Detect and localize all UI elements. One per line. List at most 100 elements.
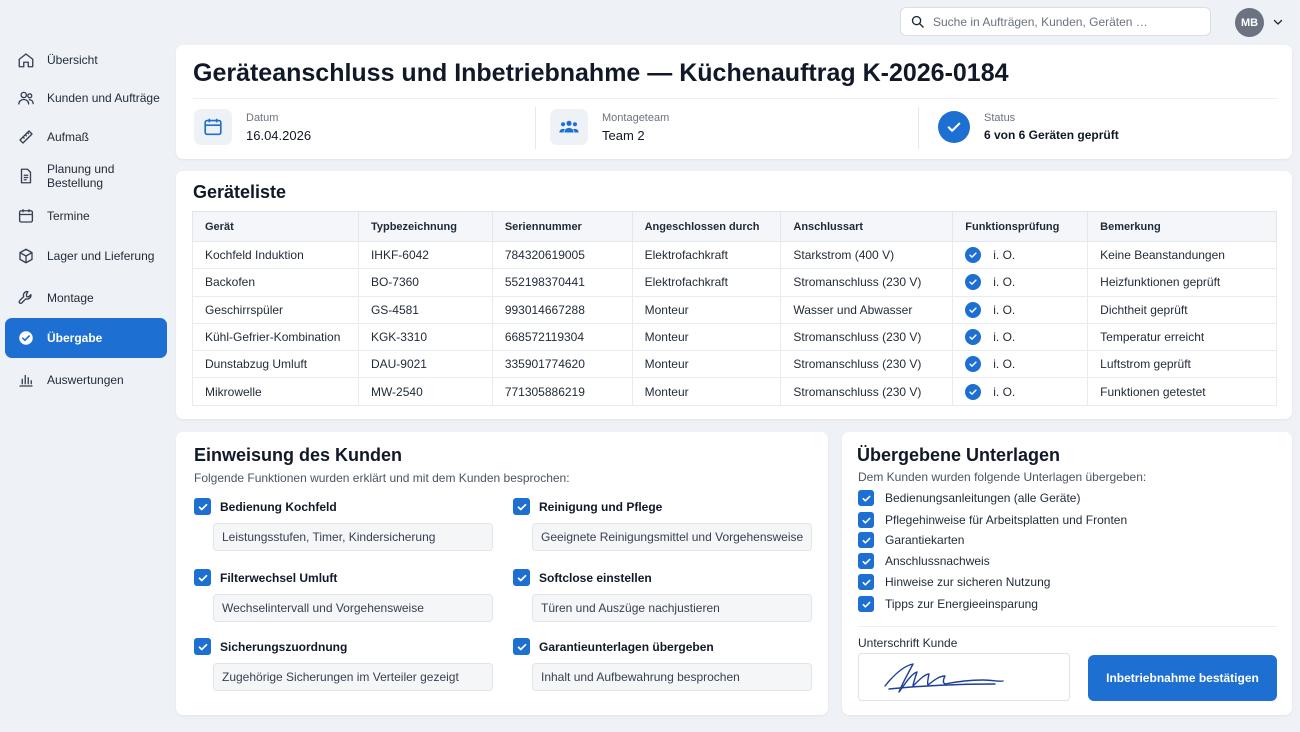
sidebar-item-auswertungen[interactable]: Auswertungen xyxy=(5,360,167,400)
team-icon xyxy=(559,120,579,133)
status-value: 6 von 6 Geräten geprüft xyxy=(984,128,1119,142)
divider xyxy=(858,626,1277,627)
device-name: Geschirrspüler xyxy=(192,295,359,324)
connected-by: Monteur xyxy=(631,295,782,324)
connected-by: Elektrofachkraft xyxy=(631,268,782,297)
checkbox[interactable] xyxy=(194,638,211,655)
team-label: Montageteam xyxy=(602,111,670,124)
device-serial: 552198370441 xyxy=(491,268,633,297)
document-icon xyxy=(20,168,32,184)
document-item: Pflegehinweise für Arbeitsplatten und Fr… xyxy=(858,512,1127,528)
date-value: 16.04.2026 xyxy=(246,127,312,143)
check-circle-icon xyxy=(938,111,970,143)
checkbox[interactable] xyxy=(858,574,874,590)
customer-instruction-card: Einweisung des Kunden Folgende Funktione… xyxy=(176,432,828,715)
table-row[interactable]: Mikrowelle MW-2540 771305886219 Monteur … xyxy=(192,377,1277,406)
device-type: KGK-3310 xyxy=(357,322,493,352)
instruction-detail-field[interactable]: Türen und Auszüge nachjustieren xyxy=(532,594,812,622)
checkmark-icon xyxy=(198,503,207,510)
device-name: Kochfeld Induktion xyxy=(192,240,359,270)
search-bar xyxy=(900,7,1211,36)
instruction-detail-field[interactable]: Inhalt und Aufbewahrung besprochen xyxy=(532,663,812,691)
table-row[interactable]: Kochfeld Induktion IHKF-6042 78432061900… xyxy=(192,240,1277,270)
check-circle-icon xyxy=(965,329,982,346)
sidebar-item-aufmass[interactable]: Aufmaß xyxy=(5,117,167,157)
column-header: Seriennummer xyxy=(491,211,633,242)
confirm-commissioning-button[interactable]: Inbetriebnahme bestätigen xyxy=(1088,655,1277,701)
documents-subtitle: Dem Kunden wurden folgende Unterlagen üb… xyxy=(858,470,1147,484)
device-list-card: Geräteliste Gerät Typbezeichnung Serienn… xyxy=(176,171,1292,419)
connection-type: Wasser und Abwasser xyxy=(780,295,954,324)
connection-type: Stromanschluss (230 V) xyxy=(780,377,954,406)
team-info: Montageteam Team 2 xyxy=(550,107,669,147)
table-row[interactable]: Kühl-Gefrier-Kombination KGK-3310 668572… xyxy=(192,322,1277,352)
device-name: Kühl-Gefrier-Kombination xyxy=(192,322,359,352)
connected-by: Monteur xyxy=(631,377,782,406)
search-input[interactable] xyxy=(933,14,1210,29)
instruction-detail-field[interactable]: Zugehörige Sicherungen im Verteiler geze… xyxy=(213,663,493,691)
connected-by: Monteur xyxy=(631,350,782,379)
connection-type: Stromanschluss (230 V) xyxy=(780,268,954,297)
wrench-icon xyxy=(18,290,32,304)
chevron-down-icon[interactable] xyxy=(1272,16,1284,28)
table-row[interactable]: Backofen BO-7360 552198370441 Elektrofac… xyxy=(192,268,1277,297)
device-serial: 668572119304 xyxy=(491,322,633,352)
avatar[interactable]: MB xyxy=(1235,8,1264,37)
instruction-detail-field[interactable]: Geeignete Reinigungsmittel und Vorgehens… xyxy=(532,523,812,551)
function-test-result: i. O. xyxy=(993,275,1016,290)
documents-card: Übergebene Unterlagen Dem Kunden wurden … xyxy=(842,432,1292,715)
calendar-icon xyxy=(18,209,34,223)
function-test-result: i. O. xyxy=(993,357,1016,372)
calendar-icon xyxy=(204,118,222,136)
instruction-item: Sicherungszuordnung Zugehörige Sicherung… xyxy=(194,638,493,691)
sidebar-item-montage[interactable]: Montage xyxy=(5,278,167,318)
document-label: Anschlussnachweis xyxy=(885,554,990,568)
device-serial: 771305886219 xyxy=(491,377,633,406)
checkmark-icon xyxy=(862,558,870,565)
checkbox[interactable] xyxy=(194,498,211,515)
check-circle-icon xyxy=(965,247,982,264)
device-list-title: Geräteliste xyxy=(193,182,287,202)
device-type: DAU-9021 xyxy=(357,350,493,379)
checkbox[interactable] xyxy=(858,553,874,569)
checkbox[interactable] xyxy=(194,569,211,586)
sidebar-item-kunden[interactable]: Kunden und Aufträge xyxy=(5,78,167,118)
table-row[interactable]: Geschirrspüler GS-4581 993014667288 Mont… xyxy=(192,295,1277,324)
checkbox[interactable] xyxy=(513,498,530,515)
document-item: Garantiekarten xyxy=(858,532,964,548)
checkbox[interactable] xyxy=(858,596,874,612)
checkmark-icon xyxy=(862,579,870,586)
device-serial: 335901774620 xyxy=(491,350,633,379)
instruction-detail-field[interactable]: Wechselintervall und Vorgehensweise xyxy=(213,594,493,622)
column-header: Bemerkung xyxy=(1087,211,1277,242)
signature-field[interactable] xyxy=(858,653,1070,701)
checkbox[interactable] xyxy=(858,532,874,548)
sidebar-item-termine[interactable]: Termine xyxy=(5,196,167,236)
instruction-title: Einweisung des Kunden xyxy=(194,445,403,465)
instruction-detail-field[interactable]: Leistungsstufen, Timer, Kindersicherung xyxy=(213,523,493,551)
ruler-icon xyxy=(19,130,33,144)
device-name: Dunstabzug Umluft xyxy=(192,350,359,379)
sidebar-item-lager[interactable]: Lager und Lieferung xyxy=(5,236,167,276)
signature-image xyxy=(884,663,1004,693)
checkmark-icon xyxy=(517,574,526,581)
sidebar-item-label: Übergabe xyxy=(47,331,103,345)
function-test-result: i. O. xyxy=(993,248,1016,263)
table-row[interactable]: Dunstabzug Umluft DAU-9021 335901774620 … xyxy=(192,350,1277,379)
checkmark-icon xyxy=(862,537,870,544)
signature-label: Unterschrift Kunde xyxy=(858,636,958,650)
sidebar-item-uebergabe[interactable]: Übergabe xyxy=(5,318,167,358)
checkbox[interactable] xyxy=(513,569,530,586)
connection-type: Stromanschluss (230 V) xyxy=(780,350,954,379)
sidebar-item-label: Auswertungen xyxy=(47,373,124,387)
document-label: Pflegehinweise für Arbeitsplatten und Fr… xyxy=(885,513,1128,527)
instruction-item: Bedienung Kochfeld Leistungsstufen, Time… xyxy=(194,498,493,551)
sidebar-item-uebersicht[interactable]: Übersicht xyxy=(5,40,167,80)
checkbox[interactable] xyxy=(513,638,530,655)
checkbox[interactable] xyxy=(858,490,874,506)
device-type: BO-7360 xyxy=(357,268,493,297)
sidebar-item-planung[interactable]: Planung und Bestellung xyxy=(5,156,167,196)
checkmark-icon xyxy=(862,601,870,608)
checkbox[interactable] xyxy=(858,512,874,528)
instruction-label: Softclose einstellen xyxy=(539,570,652,585)
